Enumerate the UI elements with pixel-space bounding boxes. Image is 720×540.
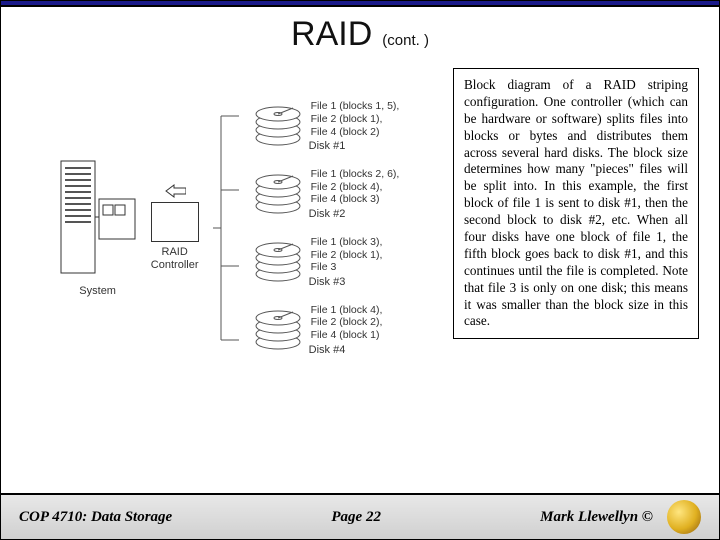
disk-file-lines: File 1 (block 3), File 2 (block 1), File… [311,236,383,274]
raid-diagram: System RAID Controller [21,68,437,378]
disk-file-lines: File 1 (blocks 1, 5), File 2 (block 1), … [311,100,400,138]
footer-right-wrap: Mark Llewellyn © [540,500,701,534]
disk-info: File 1 (block 4), File 2 (block 2), File… [311,304,383,356]
system-icon [59,159,137,279]
controller-label: RAID Controller [151,246,199,272]
disk-file-lines: File 1 (block 4), File 2 (block 2), File… [311,304,383,342]
explanation-box: Block diagram of a RAID striping configu… [453,68,699,339]
slide-content: System RAID Controller [1,58,719,493]
disk-file-lines: File 1 (blocks 2, 6), File 2 (block 4), … [311,168,400,206]
slide-subtitle: (cont. ) [382,32,429,49]
disk-row: File 1 (block 4), File 2 (block 2), File… [253,304,400,356]
slide: RAID (cont. ) [0,0,720,540]
disk-row: File 1 (block 3), File 2 (block 1), File… [253,236,400,288]
raid-controller: RAID Controller [151,184,199,272]
disk-icon [253,170,303,218]
disk-row: File 1 (blocks 1, 5), File 2 (block 1), … [253,100,400,152]
controller-box-icon [151,202,199,242]
disk-info: File 1 (blocks 2, 6), File 2 (block 4), … [311,168,400,220]
footer-course: COP 4710: Data Storage [19,509,172,526]
disk-icon [253,102,303,150]
disk-label: Disk #2 [309,208,400,220]
disk-label: Disk #4 [309,344,383,356]
disk-label: Disk #1 [309,140,400,152]
disk-info: File 1 (block 3), File 2 (block 1), File… [311,236,383,288]
system-unit: System [59,159,137,297]
footer-author: Mark Llewellyn © [540,509,653,526]
system-label: System [79,285,116,297]
disk-row: File 1 (blocks 2, 6), File 2 (block 4), … [253,168,400,220]
disk-label: Disk #3 [309,276,383,288]
fanout-lines-icon [213,78,239,378]
slide-title: RAID [291,15,372,53]
footer-page: Page 22 [331,509,381,526]
disk-icon [253,238,303,286]
slide-title-row: RAID (cont. ) [1,7,719,58]
ucf-pegasus-logo-icon [667,500,701,534]
disks-column: File 1 (blocks 1, 5), File 2 (block 1), … [253,100,400,355]
disk-info: File 1 (blocks 1, 5), File 2 (block 1), … [311,100,400,152]
arrow-left-icon [164,184,186,198]
slide-footer: COP 4710: Data Storage Page 22 Mark Llew… [1,493,719,539]
disk-icon [253,306,303,354]
